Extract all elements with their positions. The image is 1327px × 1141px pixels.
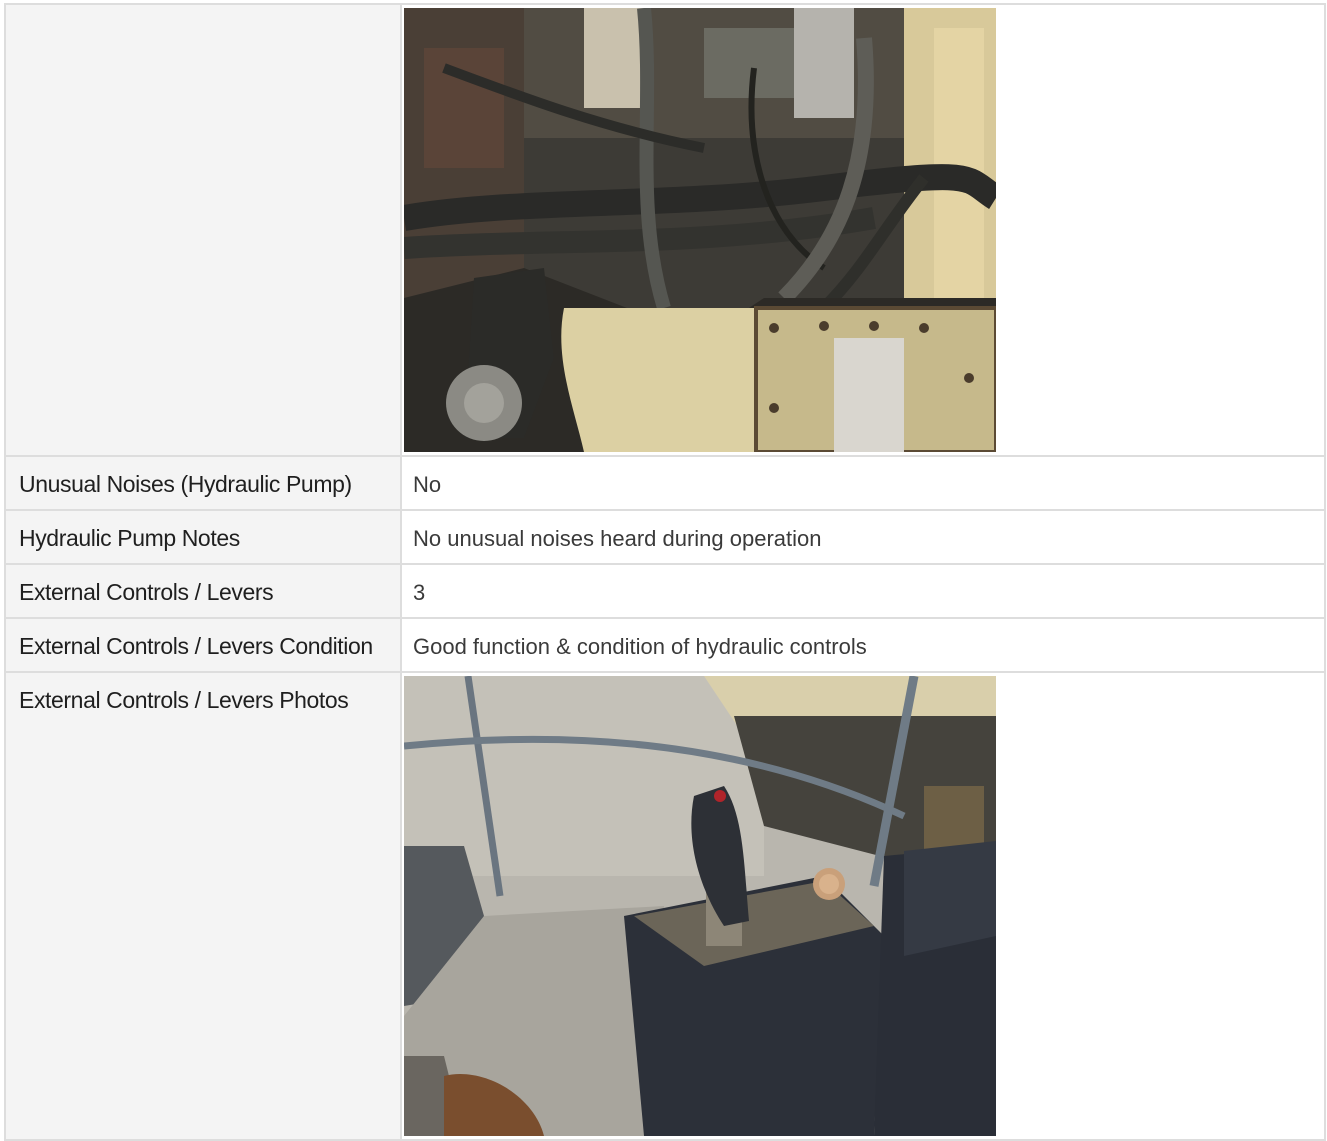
external-controls-photo[interactable] [404, 676, 996, 1136]
row-value: 3 [413, 580, 426, 605]
row-label: External Controls / Levers Condition [19, 633, 373, 659]
table-row: Unusual Noises (Hydraulic Pump) No [4, 455, 1326, 511]
row-label: Hydraulic Pump Notes [19, 525, 240, 551]
row-label: External Controls / Levers Photos [19, 687, 349, 713]
table-row: External Controls / Levers Condition Goo… [4, 617, 1326, 673]
table-row [4, 3, 1326, 457]
table-row: External Controls / Levers 3 [4, 563, 1326, 619]
table-row: Hydraulic Pump Notes No unusual noises h… [4, 509, 1326, 565]
row-value: No [413, 472, 442, 497]
row-label: External Controls / Levers [19, 579, 274, 605]
row-label-cell [4, 3, 402, 457]
row-label: Unusual Noises (Hydraulic Pump) [19, 471, 352, 497]
hydraulic-pump-photo[interactable] [404, 8, 996, 452]
row-value-cell [400, 3, 1326, 457]
row-value: No unusual noises heard during operation [413, 526, 822, 551]
row-label [6, 5, 400, 33]
inspection-report-table: Unusual Noises (Hydraulic Pump) No Hydra… [4, 3, 1326, 1141]
table-row: External Controls / Levers Photos [4, 671, 1326, 1141]
row-value: Good function & condition of hydraulic c… [413, 634, 867, 659]
